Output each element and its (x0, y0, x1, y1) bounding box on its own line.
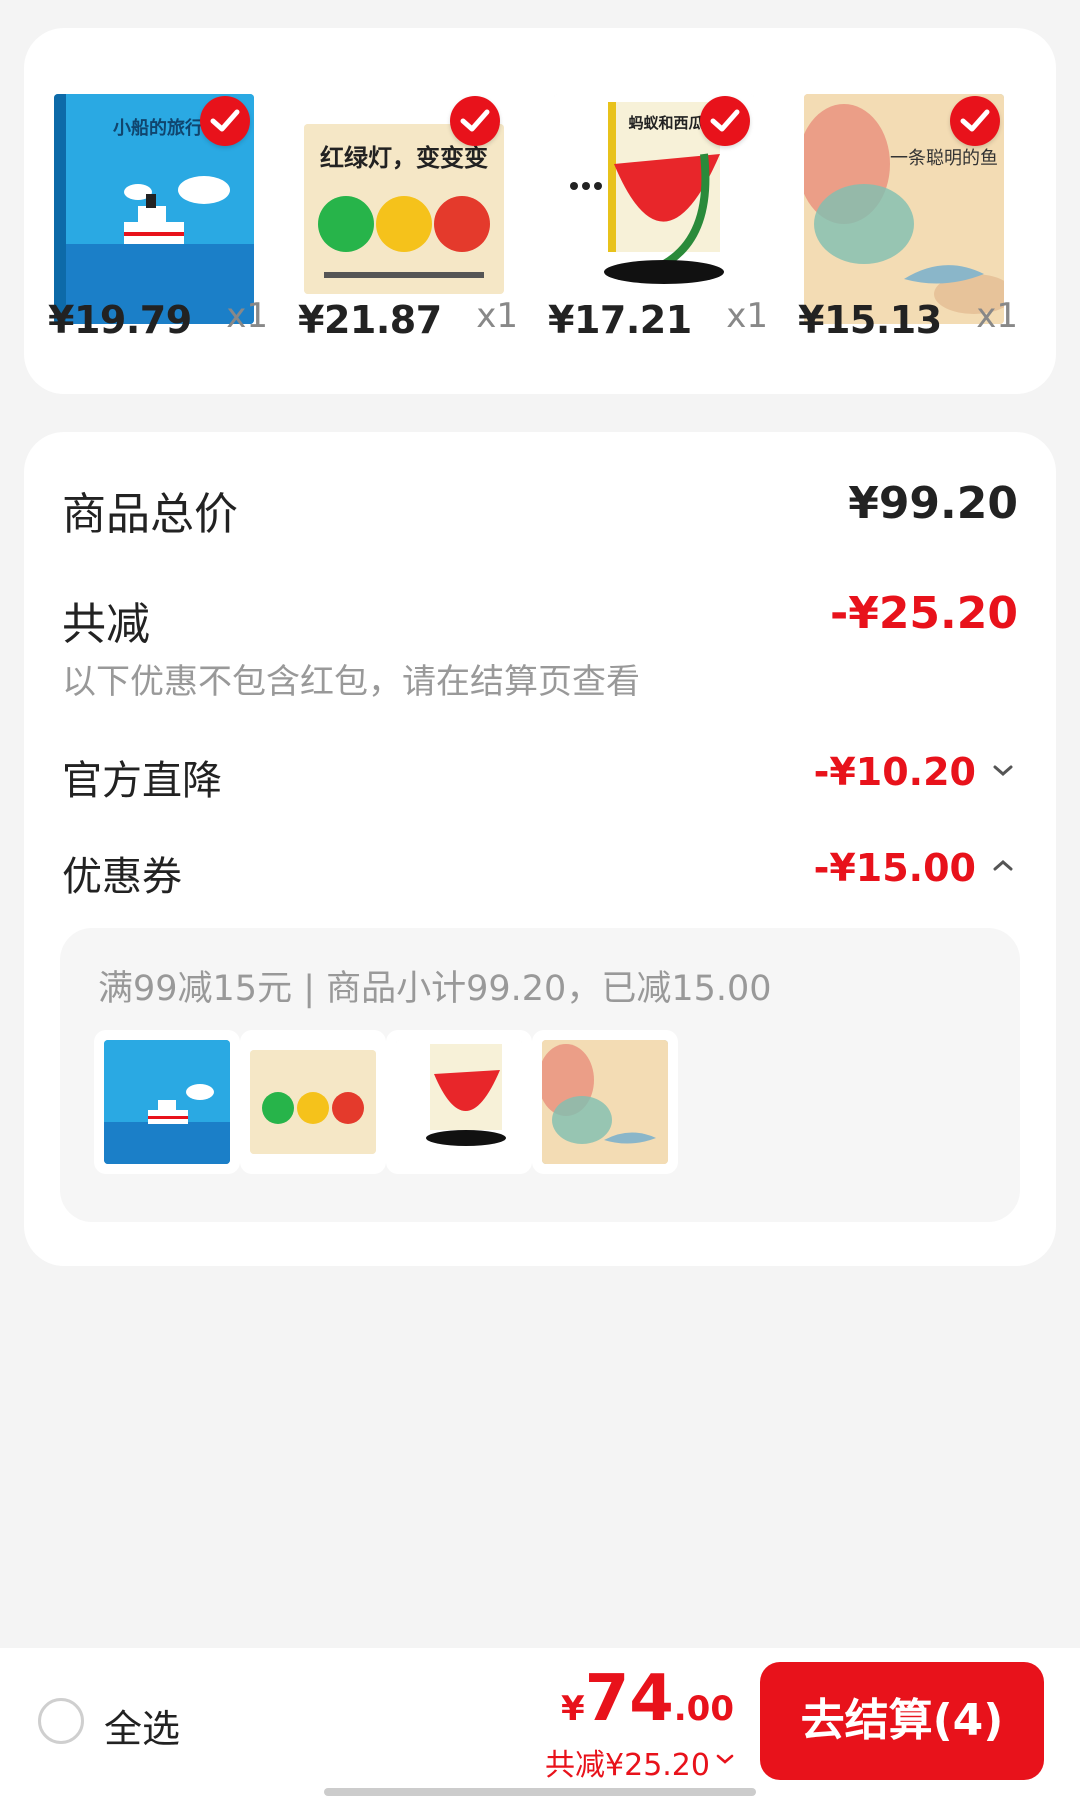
select-all-radio[interactable] (38, 1698, 84, 1744)
checkout-bar: 全选 ¥74.00 共减¥25.20 去结算(4) (0, 1648, 1080, 1798)
product-price: ¥21.87 (298, 298, 442, 342)
product-item[interactable]: 红绿灯，变变变 ¥21.87 x1 (274, 28, 524, 394)
chevron-down-icon[interactable] (990, 758, 1016, 784)
coupon-description: 满99减15元 | 商品小计99.20，已减15.00 (98, 969, 772, 1009)
book-cover-fish (542, 1040, 668, 1164)
coupon-product-thumb (386, 1030, 532, 1174)
total-integer: 74 (584, 1662, 674, 1736)
chevron-up-icon[interactable] (990, 852, 1016, 878)
product-quantity: x1 (226, 296, 268, 336)
book-cover-ants-watermelon (396, 1040, 522, 1164)
home-indicator[interactable] (324, 1788, 756, 1796)
discount-label: 共减 (62, 599, 150, 650)
selected-check-icon[interactable] (950, 96, 1000, 146)
price-summary-card: 商品总价 ¥99.20 共减 -¥25.20 以下优惠不包含红包，请在结算页查看… (24, 432, 1056, 1266)
book-cover-boat (104, 1040, 230, 1164)
product-cover[interactable]: 蚂蚁和西瓜 (554, 94, 754, 324)
product-price: ¥19.79 (48, 298, 192, 342)
checkout-button[interactable]: 去结算(4) (760, 1662, 1044, 1780)
select-all-label[interactable]: 全选 (104, 1698, 180, 1753)
product-quantity: x1 (976, 296, 1018, 336)
total-decimal: .00 (673, 1689, 734, 1729)
discount-value: -¥25.20 (829, 588, 1018, 639)
product-cover[interactable]: 红绿灯，变变变 (304, 94, 504, 324)
product-item[interactable]: 小船的旅行 ¥19.79 x1 (24, 28, 274, 394)
book-title-text: 蚂蚁和西瓜 (628, 114, 703, 132)
product-quantity: x1 (476, 296, 518, 336)
chevron-down-icon[interactable] (714, 1748, 736, 1770)
selected-check-icon[interactable] (200, 96, 250, 146)
product-cover[interactable]: 小船的旅行 (54, 94, 254, 324)
discount-hint: 以下优惠不包含红包，请在结算页查看 (62, 662, 640, 702)
coupon-label[interactable]: 优惠券 (62, 844, 182, 902)
coupon-detail-panel: 满99减15元 | 商品小计99.20，已减15.00 (60, 928, 1020, 1222)
book-cover-traffic-light (250, 1050, 376, 1154)
selected-check-icon[interactable] (450, 96, 500, 146)
selected-check-icon[interactable] (700, 96, 750, 146)
total-price-label: 商品总价 (62, 489, 238, 540)
product-price: ¥15.13 (798, 298, 942, 342)
book-cover-traffic-light: 红绿灯，变变变 (304, 124, 504, 294)
official-discount-value[interactable]: -¥10.20 (814, 750, 976, 794)
selected-products-card: 小船的旅行 ¥19.79 x1 红绿灯，变变变 ¥21.87 x1 蚂蚁和西瓜 … (24, 28, 1056, 394)
product-price: ¥17.21 (548, 298, 692, 342)
book-title-text: 红绿灯，变变变 (320, 144, 488, 172)
official-discount-label[interactable]: 官方直降 (62, 748, 222, 806)
coupon-product-thumb (240, 1030, 386, 1174)
product-item[interactable]: 蚂蚁和西瓜 ¥17.21 x1 (524, 28, 774, 394)
book-title-text: 一条聪明的鱼 (890, 148, 998, 169)
product-item[interactable]: 一条聪明的鱼 ¥15.13 x1 (774, 28, 1024, 394)
coupon-value[interactable]: -¥15.00 (814, 846, 976, 890)
book-title-text: 小船的旅行 (113, 117, 203, 139)
product-quantity: x1 (726, 296, 768, 336)
total-payable: ¥74.00 (561, 1662, 734, 1736)
currency-symbol: ¥ (561, 1689, 585, 1729)
product-cover[interactable]: 一条聪明的鱼 (804, 94, 1004, 324)
coupon-product-thumb (94, 1030, 240, 1174)
total-price-value: ¥99.20 (848, 478, 1018, 529)
total-savings[interactable]: 共减¥25.20 (545, 1740, 710, 1784)
coupon-product-thumb (532, 1030, 678, 1174)
